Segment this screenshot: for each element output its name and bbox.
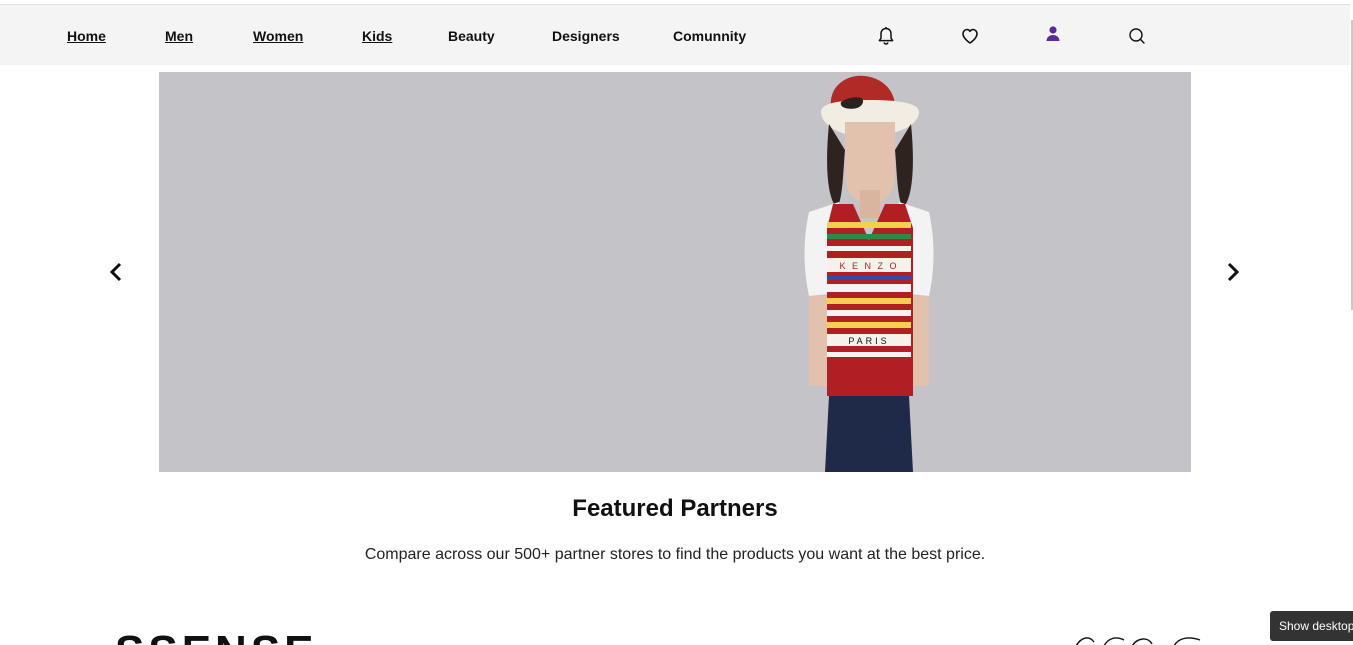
svg-text:K E N Z O: K E N Z O <box>839 261 898 271</box>
model-photo: K E N Z O PARIS <box>804 75 934 472</box>
search-icon[interactable] <box>1127 26 1147 46</box>
featured-partners-title: Featured Partners <box>572 495 778 522</box>
chevron-right-icon[interactable] <box>1223 260 1243 284</box>
nav-link-designers[interactable]: Designers <box>552 28 620 44</box>
partner-logo-script[interactable] <box>1074 634 1204 645</box>
featured-partners-subtitle: Compare across our 500+ partner stores t… <box>364 546 986 563</box>
bell-icon[interactable] <box>876 26 896 46</box>
main-navbar: Home Men Women Kids Beauty Designers Com… <box>0 5 1350 65</box>
chevron-left-icon[interactable] <box>106 260 126 284</box>
heart-icon[interactable] <box>960 26 980 46</box>
nav-link-beauty[interactable]: Beauty <box>448 28 495 44</box>
hero-banner-image[interactable]: K E N Z O PARIS <box>159 72 1191 472</box>
nav-link-kids[interactable]: Kids <box>362 28 392 44</box>
nav-link-home[interactable]: Home <box>67 28 106 44</box>
svg-text:PARIS: PARIS <box>848 336 889 346</box>
user-icon[interactable] <box>1043 24 1063 44</box>
nav-link-men[interactable]: Men <box>165 28 193 44</box>
partner-logo-ssense[interactable]: SSENSE <box>115 630 318 645</box>
nav-link-women[interactable]: Women <box>253 28 303 44</box>
show-desktop-tooltip: Show desktop <box>1270 611 1353 641</box>
nav-link-community[interactable]: Comunnity <box>673 28 746 44</box>
